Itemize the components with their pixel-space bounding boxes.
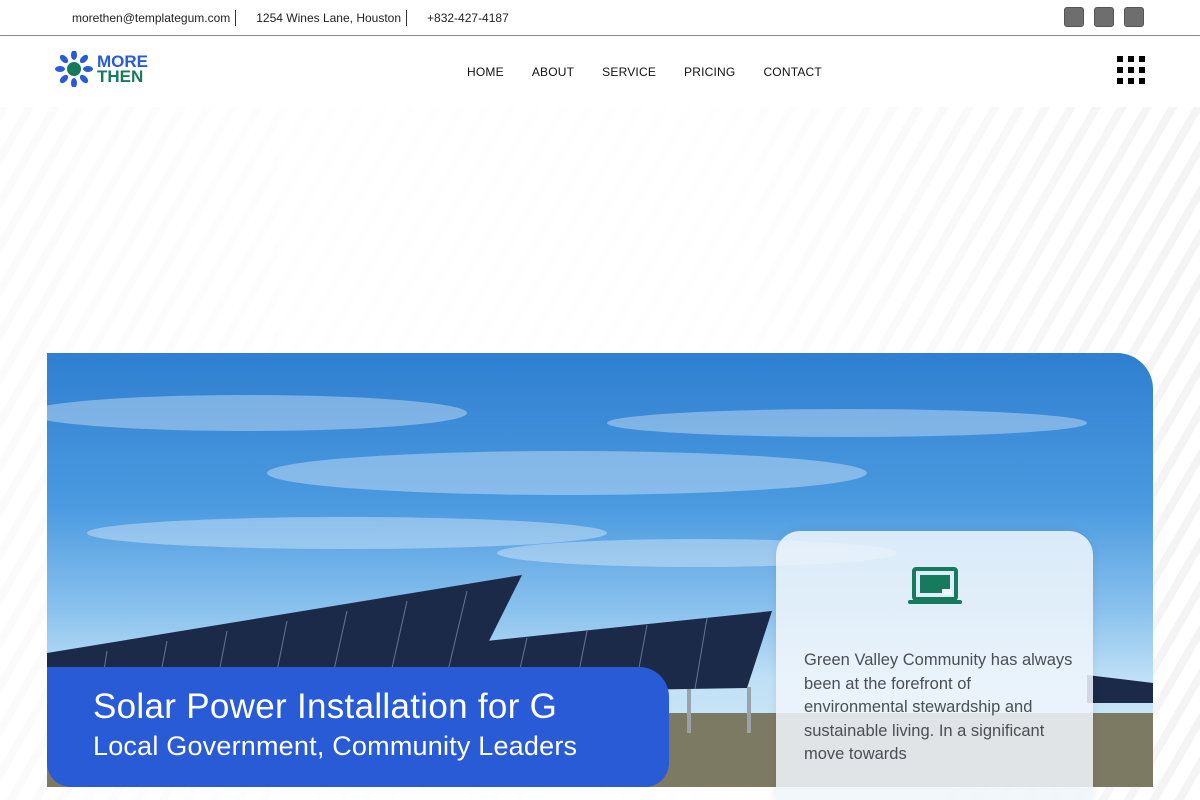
- card-text: Green Valley Community has always been a…: [804, 651, 1073, 763]
- nav-contact[interactable]: CONTACT: [763, 65, 822, 79]
- site-logo[interactable]: MORE THEN: [55, 51, 148, 87]
- hero-subtitle: Local Government, Community Leaders: [93, 731, 578, 761]
- nav-home[interactable]: HOME: [467, 65, 504, 79]
- contact-info: morethen@templategum.com 1254 Wines Lane…: [72, 0, 514, 36]
- social-icon-2[interactable]: [1094, 7, 1114, 27]
- sun-logo-icon: [55, 51, 93, 87]
- divider: [235, 10, 237, 26]
- top-bar: morethen@templategum.com 1254 Wines Lane…: [0, 0, 1200, 36]
- hero-title-box: Solar Power Installation for G Local Gov…: [47, 667, 669, 787]
- nav-menu: HOME ABOUT SERVICE PRICING CONTACT: [467, 37, 822, 107]
- nav-service[interactable]: SERVICE: [602, 65, 656, 79]
- nav-about[interactable]: ABOUT: [532, 65, 574, 79]
- social-links: [1064, 7, 1144, 27]
- social-icon-1[interactable]: [1064, 7, 1084, 27]
- nav-pricing[interactable]: PRICING: [684, 65, 735, 79]
- logo-line2: THEN: [97, 67, 144, 86]
- hero-title: Solar Power Installation for G: [93, 687, 558, 726]
- social-icon-3[interactable]: [1124, 7, 1144, 27]
- divider: [406, 10, 408, 26]
- logo-text: MORE THEN: [97, 53, 148, 86]
- info-card: Green Valley Community has always been a…: [776, 531, 1093, 800]
- laptop-icon: [908, 567, 962, 604]
- main-navbar: MORE THEN HOME ABOUT SERVICE PRICING CON…: [0, 37, 1200, 107]
- email-link[interactable]: morethen@templategum.com: [72, 11, 235, 25]
- grid-menu-icon[interactable]: [1117, 56, 1145, 84]
- phone-link[interactable]: +832-427-4187: [427, 11, 514, 25]
- address-text: 1254 Wines Lane, Houston: [256, 11, 402, 25]
